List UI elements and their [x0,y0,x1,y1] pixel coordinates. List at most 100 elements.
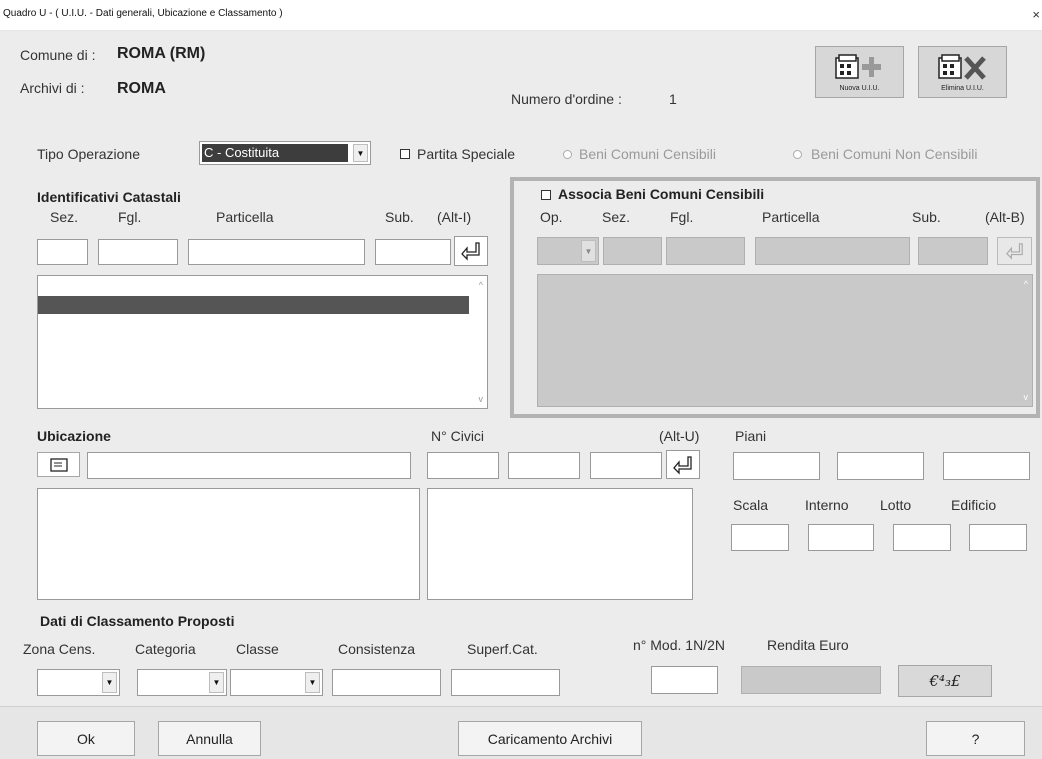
elimina-uiu-button[interactable]: Elimina U.I.U. [918,46,1007,98]
civico-3-input[interactable] [590,452,662,479]
chevron-down-icon[interactable]: ▼ [581,240,596,262]
associa-beni-checkbox[interactable] [541,190,551,200]
enter-arrow-icon [1005,243,1023,260]
mod-label: n° Mod. 1N/2N [633,637,725,653]
particella-label: Particella [216,209,274,225]
scroll-up-icon[interactable]: ^ [479,280,483,290]
enter-arrow-icon [461,242,480,261]
sez-input[interactable] [37,239,88,265]
rendita-label: Rendita Euro [767,637,849,653]
identificativi-title: Identificativi Catastali [37,189,181,205]
piano-3-input[interactable] [943,452,1030,480]
categoria-label: Categoria [135,641,196,657]
sez-label: Sez. [50,209,79,225]
nuova-uiu-button[interactable]: Nuova U.I.U. [815,46,904,98]
chevron-down-icon[interactable]: ▼ [209,672,224,693]
close-icon[interactable]: × [1032,7,1040,22]
particella-input[interactable] [188,239,365,265]
rendita-input[interactable] [741,666,881,694]
numero-ordine-value: 1 [669,91,677,107]
sub-input[interactable] [375,239,451,265]
tipo-operazione-select[interactable]: C - Costituita ▼ [199,141,371,165]
indirizzi-list[interactable] [37,488,420,600]
identificativi-list[interactable]: ^ v [37,275,488,409]
civico-2-input[interactable] [508,452,580,479]
edificio-label: Edificio [951,497,997,513]
beni-comuni-censibili-radio[interactable] [563,150,572,159]
nuova-uiu-label: Nuova U.I.U. [839,84,880,92]
alt-u-shortcut: (Alt-U) [659,428,700,444]
chevron-down-icon[interactable]: ▼ [305,672,320,693]
header-panel: Comune di : ROMA (RM) Archivi di : ROMA … [0,31,1042,119]
superf-cat-input[interactable] [451,669,560,696]
edificio-input[interactable] [969,524,1027,551]
mod-input[interactable] [651,666,718,694]
ok-button[interactable]: Ok [37,721,135,756]
piano-2-input[interactable] [837,452,924,480]
elimina-uiu-label: Elimina U.I.U. [941,84,984,92]
scala-label: Scala [733,497,769,513]
associa-sez-label: Sez. [602,209,631,225]
op-select[interactable]: ▼ [537,237,599,265]
ubicazione-lookup-button[interactable] [37,452,80,477]
beni-comuni-non-censibili-label: Beni Comuni Non Censibili [811,146,978,162]
numero-ordine-label: Numero d'ordine : [511,91,622,107]
help-button[interactable]: ? [926,721,1025,756]
tipo-operazione-label: Tipo Operazione [37,146,140,162]
associa-list[interactable]: ^ v [537,274,1033,407]
insert-associa-button[interactable] [997,237,1032,265]
categoria-select[interactable]: ▼ [137,669,227,696]
associa-fgl-input[interactable] [666,237,745,265]
civico-1-input[interactable] [427,452,499,479]
lotto-input[interactable] [893,524,951,551]
alt-i-shortcut: (Alt-I) [437,209,472,225]
interno-input[interactable] [808,524,874,551]
associa-sub-label: Sub. [912,209,941,225]
insert-identificativo-button[interactable] [454,236,488,266]
chevron-down-icon[interactable]: ▼ [102,672,117,693]
scroll-up-icon[interactable]: ^ [1024,279,1028,289]
ubicazione-title: Ubicazione [37,428,111,444]
classe-select[interactable]: ▼ [230,669,323,696]
currency-convert-button[interactable]: €⁴₃£ [898,665,992,697]
alt-b-shortcut: (Alt-B) [985,209,1025,225]
associa-sub-input[interactable] [918,237,988,265]
scala-input[interactable] [731,524,789,551]
piani-label: Piani [735,428,767,444]
piano-1-input[interactable] [733,452,820,480]
insert-civico-button[interactable] [666,450,700,479]
associa-sez-input[interactable] [603,237,662,265]
classe-label: Classe [236,641,279,657]
indirizzo-input[interactable] [87,452,411,479]
sub-label: Sub. [385,209,414,225]
list-item-selected[interactable] [38,296,469,314]
beni-comuni-censibili-label: Beni Comuni Censibili [579,146,716,162]
consistenza-input[interactable] [332,669,441,696]
chevron-down-icon[interactable]: ▼ [353,144,368,162]
associa-particella-input[interactable] [755,237,910,265]
partita-speciale-checkbox[interactable] [400,149,410,159]
fgl-input[interactable] [98,239,178,265]
caricamento-archivi-button[interactable]: Caricamento Archivi [458,721,642,756]
zona-cens-label: Zona Cens. [23,641,96,657]
associa-fgl-label: Fgl. [670,209,694,225]
title-bar: Quadro U - ( U.I.U. - Dati generali, Ubi… [0,0,1042,31]
zona-cens-select[interactable]: ▼ [37,669,120,696]
annulla-button[interactable]: Annulla [158,721,261,756]
scroll-down-icon[interactable]: v [1024,392,1029,402]
associa-beni-title: Associa Beni Comuni Censibili [558,186,765,202]
archivi-value: ROMA [117,80,166,97]
bottom-bar: Ok Annulla Caricamento Archivi ? [0,706,1042,759]
comune-label: Comune di : [20,47,96,63]
beni-comuni-non-censibili-radio[interactable] [793,150,802,159]
tipo-operazione-value: C - Costituita [202,144,348,162]
civici-list[interactable] [427,488,693,600]
comune-value: ROMA (RM) [117,45,206,62]
currency-icon: €⁴₃£ [929,672,961,690]
archivi-label: Archivi di : [20,80,85,96]
consistenza-label: Consistenza [338,641,416,657]
enter-arrow-icon [673,455,692,475]
delete-building-icon [937,53,986,80]
scroll-down-icon[interactable]: v [479,394,484,404]
new-building-icon [834,53,881,79]
